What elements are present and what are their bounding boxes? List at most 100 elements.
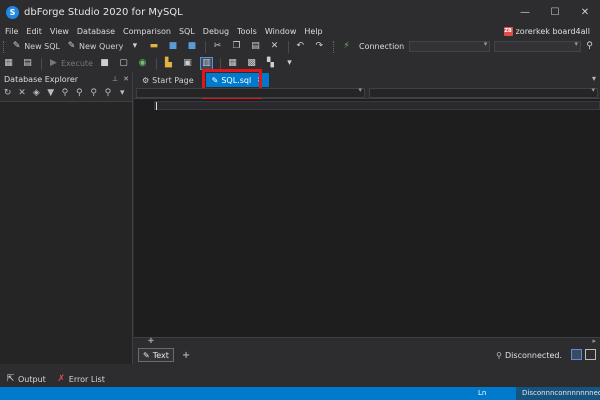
editor-nav-bar <box>134 86 600 99</box>
tab-sql-file[interactable]: ✎ SQL.sql ✕ <box>205 73 270 87</box>
disconnect-icon[interactable]: ⚲ <box>89 88 98 99</box>
save-all-icon: ■ <box>187 41 197 51</box>
output-label: Output <box>18 374 46 384</box>
output-tab[interactable]: ⇱ Output <box>0 374 51 385</box>
execute-button[interactable]: ▶ Execute <box>45 56 96 71</box>
menu-edit[interactable]: Edit <box>22 27 46 36</box>
menu-debug[interactable]: Debug <box>199 27 233 36</box>
menu-comparison[interactable]: Comparison <box>119 27 175 36</box>
chevron-down-icon[interactable]: ▾ <box>118 88 127 99</box>
close-icon[interactable]: ✕ <box>17 88 26 99</box>
close-tab-icon[interactable]: ✕ <box>257 76 263 84</box>
toolbar-separator <box>220 57 221 70</box>
tab-sql-file-label: SQL.sql <box>221 75 252 85</box>
delete-button[interactable]: ✕ <box>266 39 285 54</box>
transaction-button[interactable]: ▙ <box>160 56 179 71</box>
nav-combo-right[interactable] <box>369 86 598 98</box>
output-icon: ⇱ <box>6 373 15 384</box>
menu-sql[interactable]: SQL <box>175 27 199 36</box>
database-explorer-panel: Database Explorer ⊥ ✕ ↻ ✕ ◈ ▼ ⚲ ⚲ ⚲ ⚲ ▾ <box>0 72 133 364</box>
document-tabstrip: ⚙ Start Page ✎ SQL.sql ✕ ▾ <box>134 69 600 99</box>
tab-list-dropdown-icon[interactable]: ▾ <box>592 74 596 83</box>
redo-button[interactable]: ↷ <box>311 39 330 54</box>
refresh-icon[interactable]: ↻ <box>3 88 12 99</box>
add-view-icon[interactable]: + <box>182 350 190 361</box>
save-button[interactable]: ■ <box>164 39 183 54</box>
menu-help[interactable]: Help <box>300 27 326 36</box>
menu-window[interactable]: Window <box>261 27 301 36</box>
text-view-tab[interactable]: ✎ Text <box>138 348 174 362</box>
explorer-header-buttons: ⊥ ✕ <box>112 72 129 86</box>
copy-button[interactable]: ❐ <box>228 39 247 54</box>
new-connection-icon[interactable]: ⚲ <box>60 88 69 99</box>
edit-connection-icon[interactable]: ⚲ <box>103 88 112 99</box>
user-account[interactable]: ZB zorerkek board4all <box>503 24 590 38</box>
connect-button[interactable]: ⚲ <box>581 39 600 54</box>
export-icon: ▚ <box>267 58 274 68</box>
format-icon: ▦ <box>4 58 13 68</box>
toolbar-grip[interactable] <box>332 40 336 53</box>
scroll-right-icon[interactable]: ▸ <box>592 337 596 345</box>
database-select[interactable] <box>494 40 581 52</box>
new-query-icon: ✎ <box>67 41 76 51</box>
redo-icon: ↷ <box>315 41 324 51</box>
menu-view[interactable]: View <box>46 27 73 36</box>
pin-icon[interactable]: ⊥ <box>112 75 118 83</box>
output-tabs-bar: ⇱ Output ✗ Error List <box>0 372 600 386</box>
paste-icon: ▤ <box>251 41 260 51</box>
format-button[interactable]: ▦ <box>0 56 19 71</box>
comment-button[interactable]: ▤ <box>19 56 38 71</box>
text-mode-icon: ▥ <box>200 57 213 70</box>
open-button[interactable]: ▬ <box>145 39 164 54</box>
close-icon[interactable]: ✕ <box>123 75 129 83</box>
minimize-button[interactable]: — <box>510 0 540 24</box>
step-button[interactable]: ▢ <box>115 56 134 71</box>
horizontal-scrollbar[interactable]: ✚ ▸ <box>134 337 600 346</box>
eraser-icon[interactable]: ◈ <box>32 88 41 99</box>
play-icon: ▶ <box>50 58 57 68</box>
undo-button[interactable]: ↶ <box>292 39 311 54</box>
connection-icon-button[interactable]: ⚡ <box>338 39 357 54</box>
sql-editor[interactable] <box>134 99 600 337</box>
maximize-button[interactable]: ☐ <box>540 0 570 24</box>
pivot-icon: ▩ <box>247 58 256 68</box>
paste-button[interactable]: ▤ <box>247 39 266 54</box>
save-all-button[interactable]: ■ <box>183 39 202 54</box>
commit-button[interactable]: ▣ <box>179 56 198 71</box>
refresh-button[interactable]: ◉ <box>134 56 153 71</box>
connection-select[interactable] <box>409 40 491 52</box>
delete-icon: ✕ <box>270 41 279 51</box>
toolbar-grip[interactable] <box>3 40 6 53</box>
scroll-left-icon[interactable]: ✚ <box>148 337 154 345</box>
pivot-button[interactable]: ▩ <box>243 56 262 71</box>
export-button[interactable]: ▚ <box>262 56 281 71</box>
step-icon: ▢ <box>119 58 128 68</box>
more-button[interactable]: ▾ <box>281 56 300 71</box>
new-query-button[interactable]: ✎ New Query <box>63 39 126 54</box>
new-dropdown-button[interactable]: ▾ <box>126 39 145 54</box>
execute-label: Execute <box>61 59 93 68</box>
new-sql-button[interactable]: ✎ New SQL <box>8 39 63 54</box>
filter-icon[interactable]: ▼ <box>46 88 55 99</box>
text-mode-button[interactable]: ▥ <box>198 56 217 71</box>
menu-database[interactable]: Database <box>73 27 119 36</box>
grid-icon: ▦ <box>228 58 237 68</box>
close-window-button[interactable]: ✕ <box>570 0 600 24</box>
user-avatar: ZB <box>503 26 513 36</box>
layout-split-icon[interactable] <box>585 349 596 360</box>
current-line-highlight <box>154 101 600 110</box>
commit-icon: ▣ <box>183 58 192 68</box>
menu-file[interactable]: File <box>0 27 22 36</box>
cut-icon: ✂ <box>213 41 222 51</box>
grid-button[interactable]: ▦ <box>224 56 243 71</box>
tab-start-page[interactable]: ⚙ Start Page <box>134 73 200 87</box>
menu-tools[interactable]: Tools <box>233 27 261 36</box>
error-list-tab[interactable]: ✗ Error List <box>51 374 110 385</box>
connect-icon[interactable]: ⚲ <box>75 88 84 99</box>
connection-status: ⚲ Disconnected. <box>496 346 562 364</box>
nav-combo-left[interactable] <box>136 86 365 98</box>
line-indicator: Ln <box>478 389 487 397</box>
stop-button[interactable]: ■ <box>96 56 115 71</box>
layout-single-icon[interactable] <box>571 349 582 360</box>
cut-button[interactable]: ✂ <box>209 39 228 54</box>
